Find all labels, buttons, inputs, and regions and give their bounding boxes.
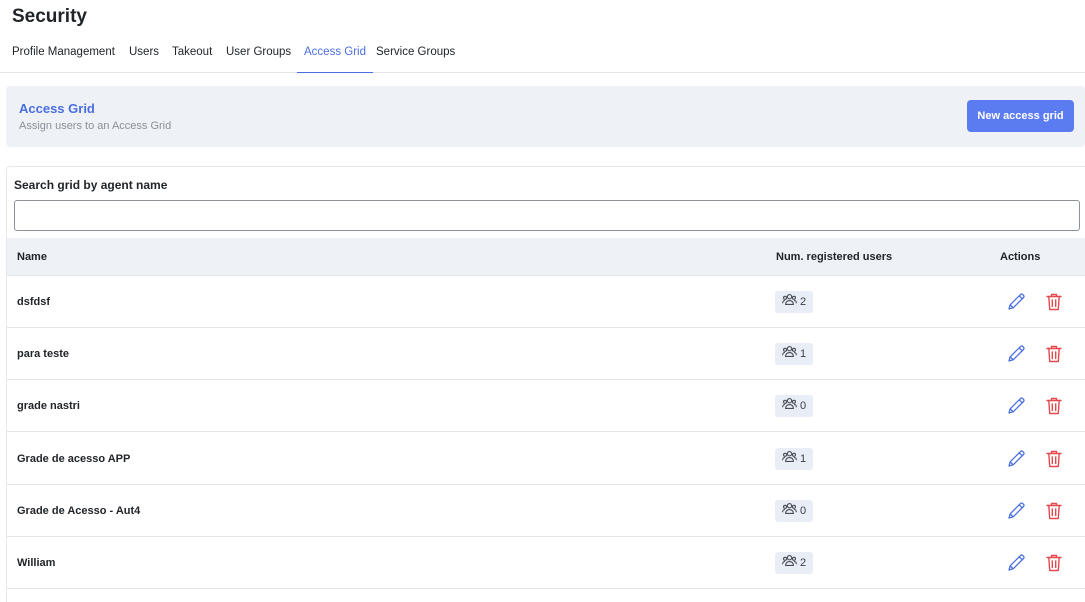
column-header-actions: Actions [1000,251,1041,263]
registered-users-count: 0 [800,504,807,517]
grid-name: Grade de Acesso - Aut4 [17,504,141,517]
registered-users-count: 2 [800,296,807,308]
grid-name: Grade de acesso APP [17,452,131,465]
registered-users-badge: 1 [775,447,813,470]
grid-name: grade nastri [17,400,80,413]
trash-icon[interactable] [1044,552,1064,574]
registered-users-count: 0 [800,400,807,413]
search-input[interactable] [14,200,1080,231]
grid-name: William [17,557,56,569]
pencil-icon[interactable] [1005,448,1027,470]
column-header-name: Name [17,251,47,263]
pencil-icon[interactable] [1005,395,1027,417]
tab-user-groups[interactable]: User Groups [226,46,291,73]
registered-users-count: 1 [800,452,807,465]
pencil-icon[interactable] [1005,552,1027,574]
panel-title: Access Grid [19,101,95,116]
page-title: Security [12,6,87,27]
trash-icon[interactable] [1044,291,1064,313]
access-grid-header-panel: Access Grid Assign users to an Access Gr… [6,86,1085,147]
registered-users-count: 1 [800,348,807,361]
users-group-icon [782,397,797,415]
access-grid-card: Search grid by agent name Name Num. regi… [6,166,1085,602]
trash-icon[interactable] [1044,448,1064,470]
users-group-icon [782,502,797,520]
tab-profile-management[interactable]: Profile Management [12,46,115,73]
column-header-registered-users: Num. registered users [776,251,893,263]
table-header: Name Num. registered users Actions [7,238,1085,276]
users-group-icon [782,554,797,572]
users-group-icon [782,345,797,363]
trash-icon[interactable] [1044,343,1064,365]
table-row: grade nastri 0 [7,380,1085,433]
search-label: Search grid by agent name [14,178,168,192]
registered-users-badge: 2 [775,552,813,574]
grid-name: para teste [17,348,69,361]
tab-bar: Profile Management Users Takeout User Gr… [0,36,1085,73]
registered-users-count: 2 [800,557,807,569]
table-row: Grade de acesso APP 1 [7,433,1085,485]
pencil-icon[interactable] [1005,291,1027,313]
panel-subtitle: Assign users to an Access Grid [19,120,172,132]
registered-users-badge: 0 [775,395,813,418]
new-access-grid-button[interactable]: New access grid [967,100,1074,132]
users-group-icon [782,450,797,468]
trash-icon[interactable] [1044,395,1064,417]
registered-users-badge: 2 [775,291,813,313]
users-group-icon [782,293,797,311]
table-row: William 2 [7,537,1085,589]
pencil-icon[interactable] [1005,500,1027,522]
registered-users-badge: 0 [775,499,813,522]
table-row: para teste 1 [7,328,1085,381]
tab-takeout[interactable]: Takeout [172,46,212,73]
trash-icon[interactable] [1044,500,1064,522]
table-row: Grade de Acesso - Aut4 0 [7,485,1085,537]
tab-service-groups[interactable]: Service Groups [376,46,455,73]
table-row: dsfdsf 2 [7,276,1085,328]
tab-access-grid[interactable]: Access Grid [297,46,373,73]
grid-name: dsfdsf [17,296,50,308]
tab-users[interactable]: Users [129,46,159,73]
pencil-icon[interactable] [1005,343,1027,365]
registered-users-badge: 1 [775,343,813,366]
